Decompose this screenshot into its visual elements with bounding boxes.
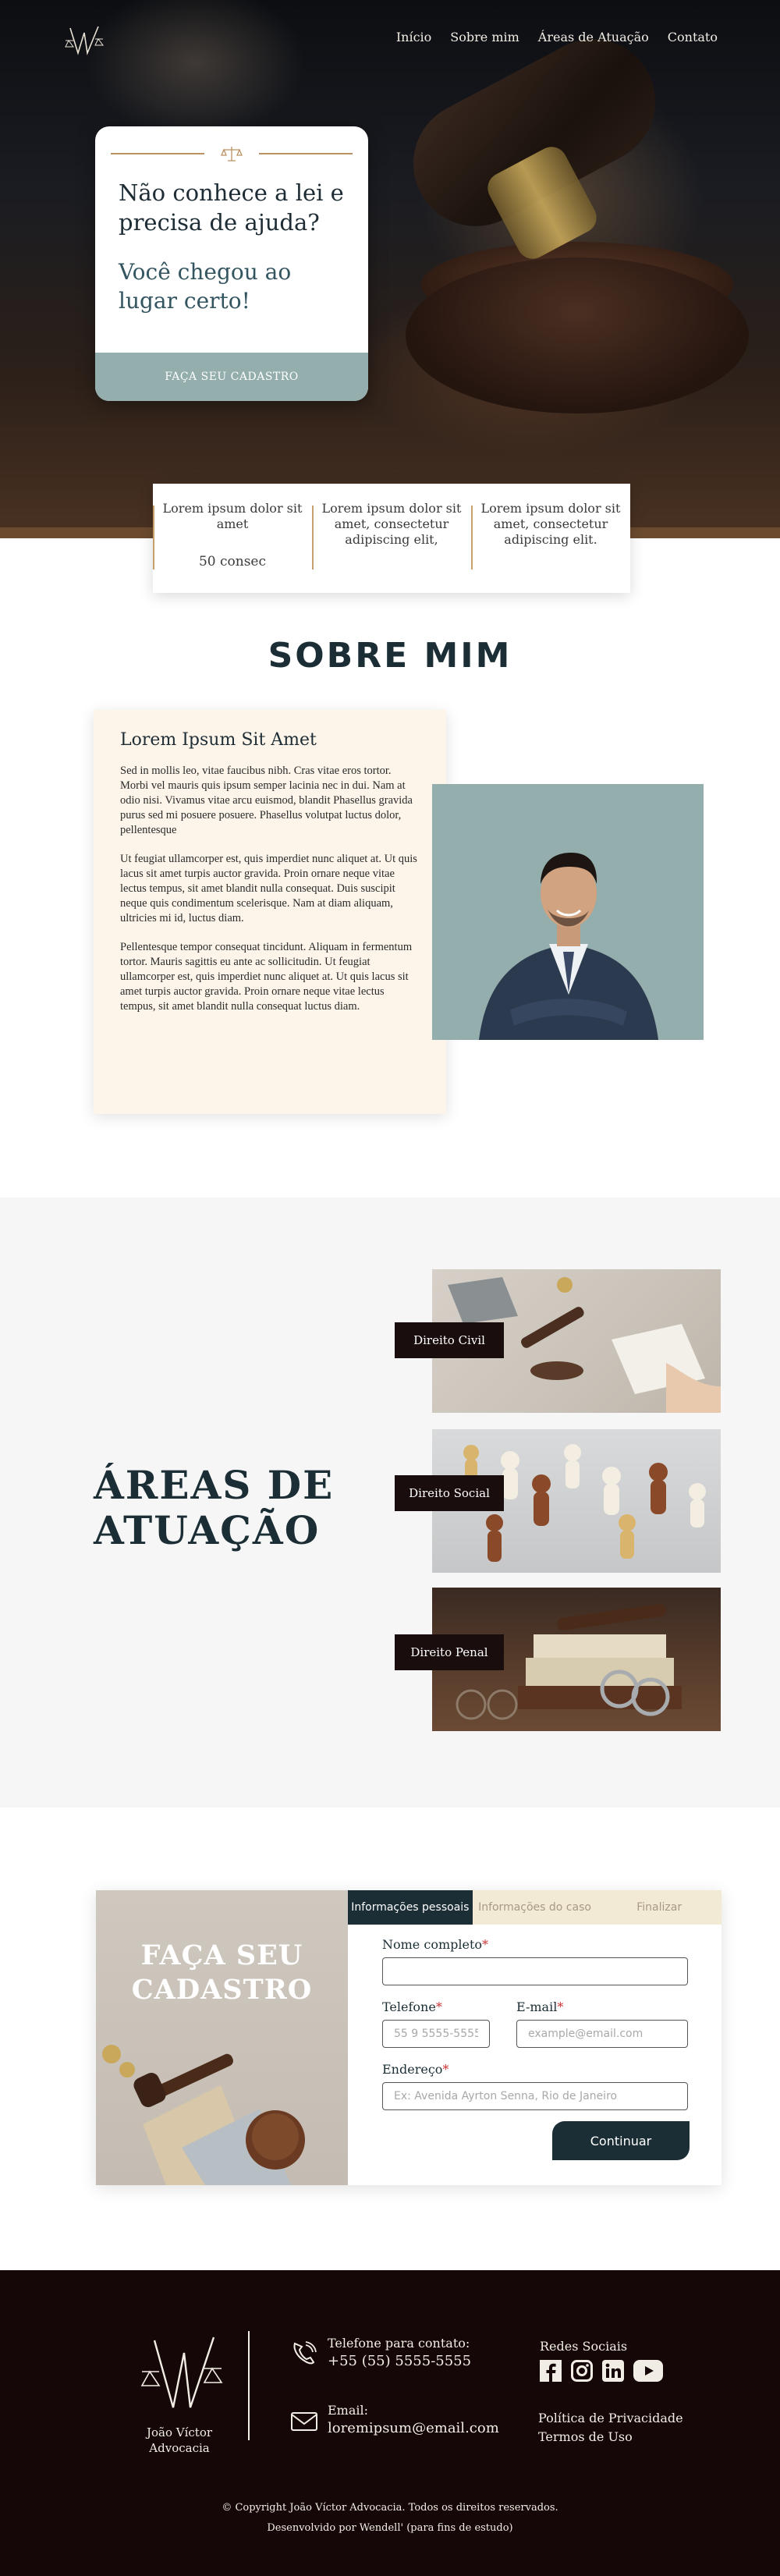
footer-divider (248, 2331, 250, 2440)
stat-text: Lorem ipsum dolor sit amet (162, 501, 303, 531)
stat-sub: 50 consec (198, 554, 267, 569)
area-tag-civil[interactable]: Direito Civil (395, 1322, 504, 1358)
scales-icon (221, 147, 243, 161)
address-input[interactable] (382, 2082, 688, 2110)
about-card: Lorem Ipsum Sit Amet Sed in mollis leo, … (94, 710, 446, 1114)
stat-text: Lorem ipsum dolor sit amet, consectetur … (480, 501, 621, 547)
hero-title: Não conhece a lei e precisa de ajuda? (119, 179, 344, 236)
stats-bar: Lorem ipsum dolor sit amet 50 consec Lor… (153, 484, 630, 593)
nav-item-sobre-mim[interactable]: Sobre mim (450, 30, 519, 44)
stat-item: Lorem ipsum dolor sit amet, consectetur … (471, 484, 630, 593)
tab-informacoes-pessoais[interactable]: Informações pessoais (348, 1890, 473, 1925)
address-label-text: Endereço (382, 2062, 443, 2077)
signup-title-line: CADASTRO (131, 1974, 313, 2006)
areas-section: ÁREAS DE ATUAÇÃO Direito Civil Direito S… (0, 1198, 780, 1808)
about-paragraph: Sed in mollis leo, vitae faucibus nibh. … (120, 765, 413, 836)
about-paragraph: Ut feugiat ullamcorper est, quis imperdi… (120, 853, 417, 924)
hero-ornament (111, 147, 353, 161)
signup-title-line: FAÇA SEU (140, 1939, 303, 1971)
footer-brand-line: João Víctor (146, 2425, 213, 2439)
nav-item-contato[interactable]: Contato (668, 30, 718, 44)
footer-social-title: Redes Sociais (540, 2339, 628, 2354)
signup-image: FAÇA SEU CADASTRO (96, 1890, 348, 2185)
phone-input[interactable] (382, 2020, 490, 2048)
footer-brand-line: Advocacia (149, 2441, 210, 2455)
phone-label-text: Telefone (382, 1999, 436, 2014)
required-mark: * (482, 1937, 489, 1952)
hero-cta-button[interactable]: FAÇA SEU CADASTRO (95, 353, 368, 401)
stat-divider (471, 506, 473, 569)
about-card-title: Lorem Ipsum Sit Amet (120, 730, 317, 750)
email-label-text: E-mail (516, 1999, 558, 2014)
required-mark: * (557, 1999, 564, 2014)
tab-informacoes-do-caso[interactable]: Informações do caso (473, 1890, 597, 1925)
hero-gavel-base (406, 257, 749, 413)
signup-title: FAÇA SEU CADASTRO (96, 1939, 348, 2007)
nav-item-inicio[interactable]: Início (396, 30, 431, 44)
signup-card: FAÇA SEU CADASTRO Informações pessoais I… (96, 1890, 722, 2185)
full-name-input[interactable] (382, 1957, 688, 1985)
footer-logo[interactable] (139, 2333, 225, 2418)
footer-phone-title: Telefone para contato: (328, 2336, 470, 2351)
copyright-text: © Copyright João Víctor Advocacia. Todos… (222, 2502, 558, 2514)
hero-subtitle: Você chegou ao lugar certo! (119, 259, 292, 314)
name-label-text: Nome completo (382, 1937, 483, 1952)
hero-section: Início Sobre mim Áreas de Atuação Contat… (0, 0, 780, 538)
area-tag-penal[interactable]: Direito Penal (395, 1634, 504, 1670)
instagram-icon[interactable] (571, 2359, 593, 2383)
stat-divider (312, 506, 314, 569)
phone-icon (293, 2341, 317, 2365)
required-mark: * (442, 2062, 449, 2077)
footer-email-value[interactable]: loremipsum@email.com (328, 2419, 499, 2437)
phone-label: Telefone* (382, 1999, 442, 2014)
credit-text: Desenvolvido por Wendell' (para fins de … (267, 2522, 513, 2534)
portrait-illustration (479, 853, 658, 1040)
footer-brand: João Víctor Advocacia (117, 2425, 242, 2456)
privacy-policy-link[interactable]: Política de Privacidade (538, 2411, 683, 2425)
required-mark: * (435, 1999, 442, 2014)
footer: João Víctor Advocacia Telefone para cont… (0, 2270, 780, 2576)
facebook-icon[interactable] (540, 2359, 562, 2383)
footer-email: Email: loremipsum@email.com (328, 2401, 499, 2437)
mail-icon (291, 2412, 317, 2431)
address-label: Endereço* (382, 2062, 448, 2077)
page: Início Sobre mim Áreas de Atuação Contat… (0, 0, 780, 2576)
signup-form: Nome completo* Telefone* E-mail* Endereç… (348, 1925, 722, 2185)
about-section-title: SOBRE MIM (268, 636, 512, 676)
footer-phone: Telefone para contato: +55 (55) 5555-555… (328, 2334, 471, 2370)
email-input[interactable] (516, 2020, 688, 2048)
area-tag-social[interactable]: Direito Social (395, 1475, 504, 1511)
footer-phone-value[interactable]: +55 (55) 5555-5555 (328, 2352, 471, 2370)
lawyer-portrait (432, 784, 704, 1040)
stat-item: Lorem ipsum dolor sit amet, consectetur … (312, 484, 471, 593)
name-label: Nome completo* (382, 1937, 488, 1952)
main-nav: Início Sobre mim Áreas de Atuação Contat… (396, 30, 718, 44)
ornament-line-left (111, 153, 204, 154)
logo[interactable] (64, 23, 105, 58)
email-label: E-mail* (516, 1999, 563, 2014)
ornament-line-right (259, 153, 353, 154)
areas-title: ÁREAS DE ATUAÇÃO (94, 1463, 334, 1553)
areas-title-line: ÁREAS DE (94, 1462, 335, 1508)
youtube-icon[interactable] (633, 2359, 663, 2383)
about-paragraph: Pellentesque tempor consequat tincidunt.… (120, 941, 413, 1013)
terms-of-use-link[interactable]: Termos de Uso (538, 2429, 633, 2444)
stat-text: Lorem ipsum dolor sit amet, consectetur … (321, 501, 462, 547)
stat-divider (153, 506, 154, 569)
footer-email-title: Email: (328, 2403, 369, 2418)
footer-copyright: © Copyright João Víctor Advocacia. Todos… (0, 2498, 780, 2539)
linkedin-icon[interactable] (602, 2359, 624, 2383)
areas-title-line: ATUAÇÃO (94, 1507, 321, 1553)
hero-card: Não conhece a lei e precisa de ajuda? Vo… (95, 126, 368, 401)
tab-finalizar[interactable]: Finalizar (597, 1890, 722, 1925)
stat-item: Lorem ipsum dolor sit amet 50 consec (153, 484, 312, 593)
nav-item-areas-de-atuacao[interactable]: Áreas de Atuação (538, 30, 649, 44)
signup-tabs: Informações pessoais Informações do caso… (348, 1890, 722, 1925)
continue-button[interactable]: Continuar (552, 2121, 690, 2160)
